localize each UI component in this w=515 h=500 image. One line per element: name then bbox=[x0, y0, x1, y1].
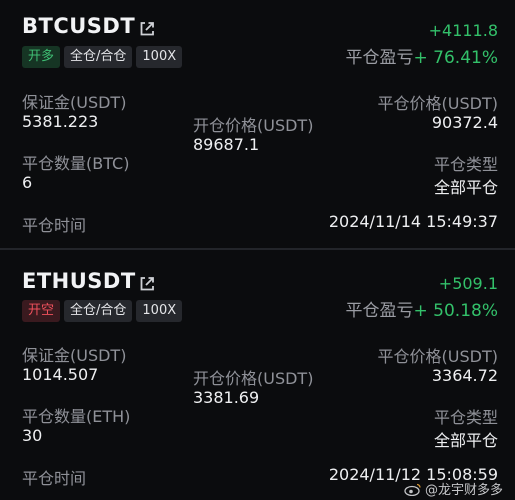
close-price-value: 3364.72 bbox=[431, 366, 498, 385]
share-icon[interactable] bbox=[139, 276, 155, 292]
open-price-label: 开仓价格(USDT) bbox=[193, 369, 314, 388]
open-price-value: 3381.69 bbox=[193, 388, 260, 407]
pnl-percent: + 50.18% bbox=[413, 301, 498, 321]
margin-mode-tag: 全仓/合仓 bbox=[64, 46, 133, 68]
tag-row: 开空 全仓/合仓 100X bbox=[22, 300, 183, 322]
side-tag: 开空 bbox=[22, 300, 61, 322]
margin-value: 5381.223 bbox=[22, 112, 99, 131]
open-price-label: 开仓价格(USDT) bbox=[193, 116, 314, 135]
watermark: @龙宇财多多 bbox=[404, 479, 503, 498]
position-card-ethusdt[interactable]: ETHUSDT 开空 全仓/合仓 100X +509.1 平仓盈亏 + 50.1… bbox=[0, 250, 515, 500]
pnl-label: 平仓盈亏 bbox=[345, 48, 414, 68]
position-card-btcusdt[interactable]: BTCUSDT 开多 全仓/合仓 100X +4111.8 平仓盈亏 + 76.… bbox=[0, 0, 515, 248]
symbol-title: ETHUSDT bbox=[22, 269, 136, 293]
close-type-value: 全部平仓 bbox=[433, 178, 498, 197]
margin-mode-tag: 全仓/合仓 bbox=[64, 300, 133, 322]
share-icon[interactable] bbox=[139, 21, 155, 37]
leverage-tag: 100X bbox=[136, 300, 183, 322]
margin-label: 保证金(USDT) bbox=[22, 346, 127, 365]
open-price-value: 89687.1 bbox=[193, 135, 260, 154]
pnl-row: 平仓盈亏 + 50.18% bbox=[346, 296, 498, 321]
close-type-label: 平仓类型 bbox=[433, 408, 498, 427]
qty-value: 6 bbox=[22, 173, 33, 192]
pnl-amount: +509.1 bbox=[438, 274, 498, 293]
pnl-label: 平仓盈亏 bbox=[345, 301, 414, 321]
close-price-label: 平仓价格(USDT) bbox=[377, 94, 498, 113]
qty-label: 平仓数量(BTC) bbox=[22, 154, 130, 173]
qty-label: 平仓数量(ETH) bbox=[22, 407, 131, 426]
close-type-value: 全部平仓 bbox=[433, 431, 498, 450]
symbol-title: BTCUSDT bbox=[22, 14, 136, 38]
close-price-value: 90372.4 bbox=[431, 113, 498, 132]
pnl-amount: +4111.8 bbox=[428, 21, 498, 40]
watermark-text: @龙宇财多多 bbox=[424, 483, 503, 498]
close-type-label: 平仓类型 bbox=[433, 155, 498, 174]
close-time-value: 2024/11/14 15:49:37 bbox=[328, 212, 498, 231]
margin-value: 1014.507 bbox=[22, 365, 99, 384]
close-time-label: 平仓时间 bbox=[22, 216, 87, 235]
pnl-row: 平仓盈亏 + 76.41% bbox=[346, 43, 498, 68]
close-price-label: 平仓价格(USDT) bbox=[377, 347, 498, 366]
leverage-tag: 100X bbox=[136, 46, 183, 68]
close-time-label: 平仓时间 bbox=[22, 469, 87, 488]
qty-value: 30 bbox=[22, 426, 43, 445]
side-tag: 开多 bbox=[22, 46, 61, 68]
weibo-icon bbox=[404, 482, 422, 496]
tag-row: 开多 全仓/合仓 100X bbox=[22, 46, 183, 68]
pnl-percent: + 76.41% bbox=[413, 48, 498, 68]
margin-label: 保证金(USDT) bbox=[22, 93, 127, 112]
